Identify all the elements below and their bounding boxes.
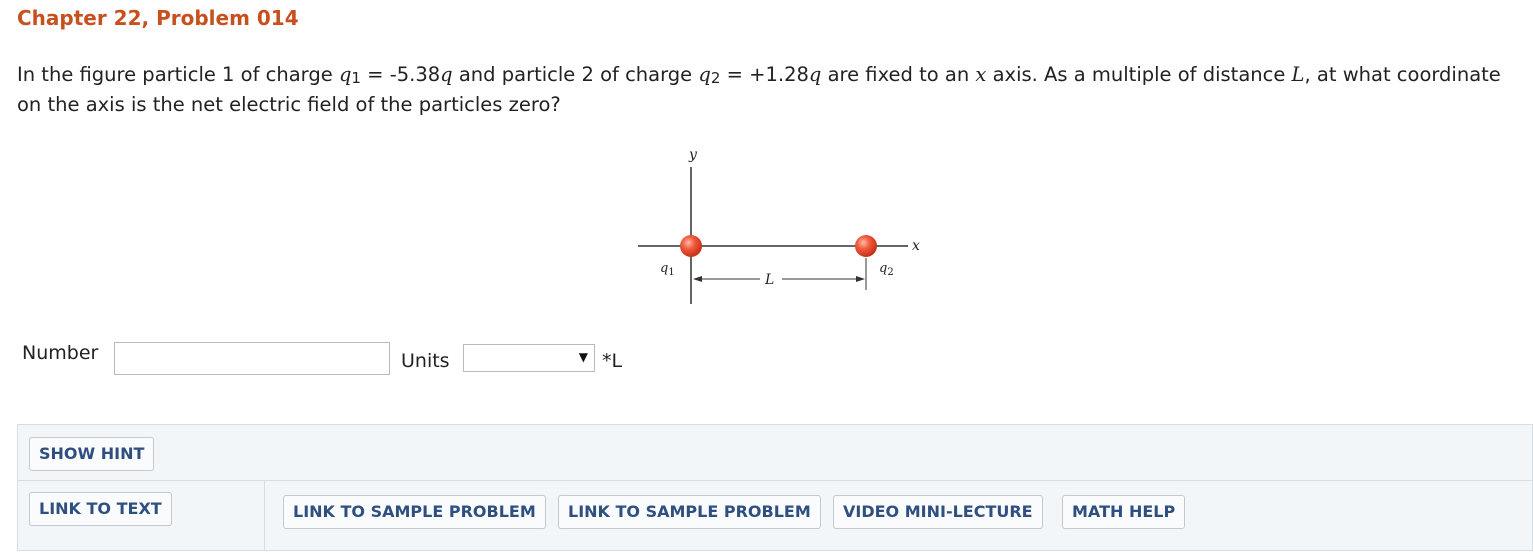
number-label: Number (22, 342, 99, 364)
q2-subscript: 2 (710, 69, 721, 87)
toolbox-divider-horizontal (18, 480, 1532, 481)
units-suffix: *L (602, 350, 623, 372)
units-dropdown[interactable]: ▼ (463, 344, 595, 372)
q2-value: = +1.28 (720, 63, 809, 86)
svg-text:q2: q2 (879, 261, 894, 278)
link-to-text-button[interactable]: LINK TO TEXT (29, 492, 172, 526)
dropdown-arrow-icon: ▼ (578, 350, 588, 364)
x-axis-label: x (912, 238, 920, 254)
L-arrow-right (856, 276, 865, 282)
q1-figure-sub: 1 (668, 267, 674, 278)
q2-symbol: q (698, 63, 711, 86)
particle-1 (680, 235, 702, 257)
units-label: Units (401, 350, 450, 372)
number-input[interactable] (114, 342, 390, 375)
particle-2 (855, 235, 877, 257)
q1-symbol: q (338, 63, 352, 86)
charge-figure-svg: y x q1 q2 L (638, 147, 920, 304)
show-hint-button[interactable]: SHOW HINT (29, 437, 155, 471)
q1-subscript: 1 (351, 69, 361, 87)
q2-unit-q: q (808, 63, 822, 86)
svg-text:q1: q1 (660, 261, 675, 278)
video-mini-lecture-button[interactable]: VIDEO MINI-LECTURE (833, 495, 1043, 529)
problem-title: Chapter 22, Problem 014 (17, 6, 299, 30)
q2-figure-label: q (879, 261, 887, 276)
L-arrow-left (693, 276, 702, 282)
x-symbol: x (975, 63, 987, 86)
problem-text-4: axis. As a multiple of distance (986, 63, 1292, 86)
help-toolbox: SHOW HINT LINK TO TEXT LINK TO SAMPLE PR… (17, 424, 1533, 551)
q1-figure-label: q (660, 261, 668, 276)
problem-text-3: are fixed to an (821, 63, 976, 86)
y-axis-label: y (688, 147, 698, 163)
L-label: L (764, 272, 774, 288)
toolbox-divider-vertical (264, 481, 265, 550)
q2-figure-sub: 2 (887, 267, 893, 278)
L-symbol: L (1291, 63, 1305, 86)
link-to-sample-problem-button-1[interactable]: LINK TO SAMPLE PROBLEM (283, 495, 546, 529)
math-help-button[interactable]: MATH HELP (1062, 495, 1186, 529)
problem-text-2: and particle 2 of charge (452, 63, 699, 86)
problem-text-1: In the figure particle 1 of charge (17, 63, 339, 86)
q1-unit-q: q (440, 63, 453, 86)
q1-value: = -5.38 (360, 63, 441, 86)
problem-statement: In the figure particle 1 of charge q1 = … (17, 60, 1522, 120)
charge-figure: y x q1 q2 L (636, 140, 936, 314)
link-to-sample-problem-button-2[interactable]: LINK TO SAMPLE PROBLEM (558, 495, 821, 529)
